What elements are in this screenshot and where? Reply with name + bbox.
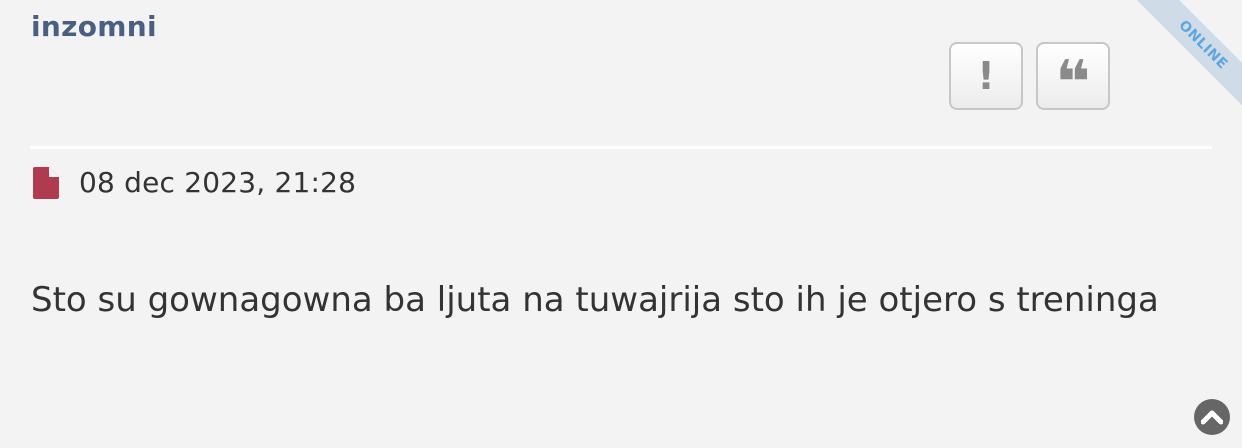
online-ribbon-label: ONLINE (1132, 0, 1242, 116)
chevron-up-icon (1201, 410, 1223, 425)
quote-button[interactable]: ❝ (1036, 42, 1110, 118)
quote-icon: ❝ (1055, 48, 1091, 118)
report-button[interactable]: ! (949, 42, 1023, 110)
post-author[interactable]: inzomni (31, 10, 157, 43)
post-content: Sto su gownagowna ba ljuta na tuwajrija … (31, 280, 1159, 320)
post-date: 08 dec 2023, 21:28 (79, 166, 357, 199)
scroll-to-top-button[interactable] (1194, 399, 1230, 435)
file-icon[interactable] (33, 166, 59, 199)
post-divider (30, 146, 1212, 149)
exclamation-icon: ! (977, 54, 995, 98)
post-meta: 08 dec 2023, 21:28 (33, 166, 356, 199)
online-ribbon: ONLINE (1122, 0, 1242, 120)
